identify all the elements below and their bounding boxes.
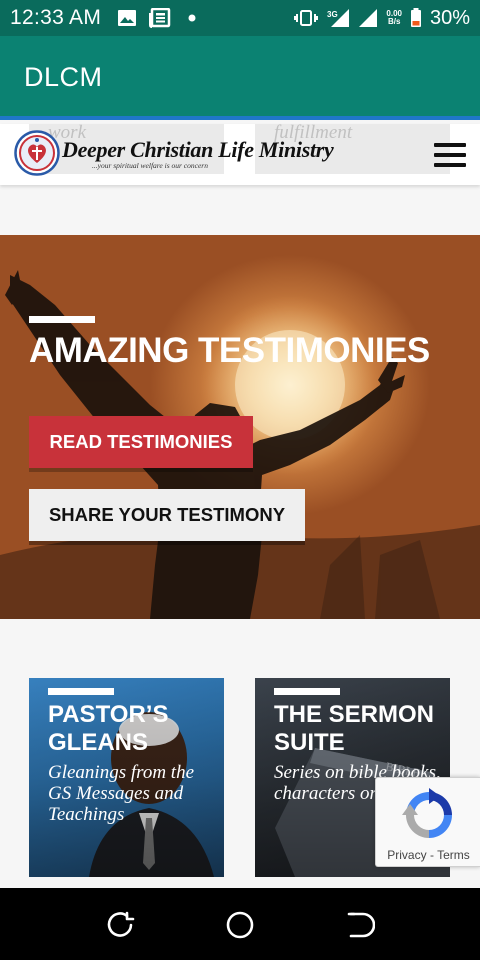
app-bar: DLCM [0,36,480,120]
ministry-seal-icon [14,130,60,176]
screen: 12:33 AM 3G 0.00 B/s 30% DLCM work fulfi… [0,0,480,960]
status-time: 12:33 AM [10,6,102,29]
hero-accent-bar [29,316,95,323]
menu-line [434,153,466,157]
recaptcha-icon [402,788,452,838]
testimonies-hero: AMAZING TESTIMONIES READ TESTIMONIES SHA… [0,235,480,619]
logo-name: Deeper Christian Life Ministry [62,136,334,162]
battery-percent: 30% [429,6,470,29]
dot-icon [188,14,196,22]
card-accent-bar [274,688,340,695]
logo-text: Deeper Christian Life Ministry ...your s… [62,137,334,170]
share-testimony-button[interactable]: SHARE YOUR TESTIMONY [29,489,305,541]
card-title: PASTOR’S GLEANS [48,701,169,756]
card-description: Gleanings from the GS Messages and Teach… [48,762,195,825]
system-nav-bar [0,888,480,960]
app-bar-divider [0,116,480,120]
hero-title: AMAZING TESTIMONIES [29,331,430,370]
recaptcha-links: Privacy - Terms [376,848,480,862]
image-icon [118,10,137,26]
recent-apps-icon[interactable] [105,910,135,940]
home-icon[interactable] [225,910,255,940]
card-accent-bar [48,688,114,695]
read-testimonies-button[interactable]: READ TESTIMONIES [29,416,253,468]
status-notification-icons [117,8,201,28]
pastors-gleans-card[interactable]: PASTOR’S GLEANS Gleanings from the GS Me… [29,678,224,877]
news-icon [149,8,171,28]
site-header: work fulfillment Deeper Christian Life M… [0,124,480,185]
card-title: THE SERMON SUITE [274,701,435,756]
status-system-icons: 3G 0.00 B/s 30% [294,7,470,30]
signal-icon [359,9,378,27]
vibrate-icon [294,10,319,26]
menu-line [434,143,466,147]
back-icon[interactable] [345,910,375,940]
menu-line [434,163,466,167]
signal-3g-icon: 3G [327,9,350,27]
privacy-link[interactable]: Privacy [387,848,426,862]
net-speed: 0.00 B/s [386,10,402,26]
net-speed-unit: B/s [387,17,401,26]
site-logo[interactable]: Deeper Christian Life Ministry ...your s… [14,130,334,176]
status-bar: 12:33 AM 3G 0.00 B/s 30% [0,0,480,36]
menu-icon[interactable] [434,143,466,167]
terms-link[interactable]: Terms [437,848,470,862]
link-separator: - [429,848,434,862]
recaptcha-badge[interactable]: Privacy - Terms [375,777,480,867]
battery-icon [410,8,421,27]
app-title: DLCM [24,62,103,92]
network-label: 3G [327,10,338,19]
